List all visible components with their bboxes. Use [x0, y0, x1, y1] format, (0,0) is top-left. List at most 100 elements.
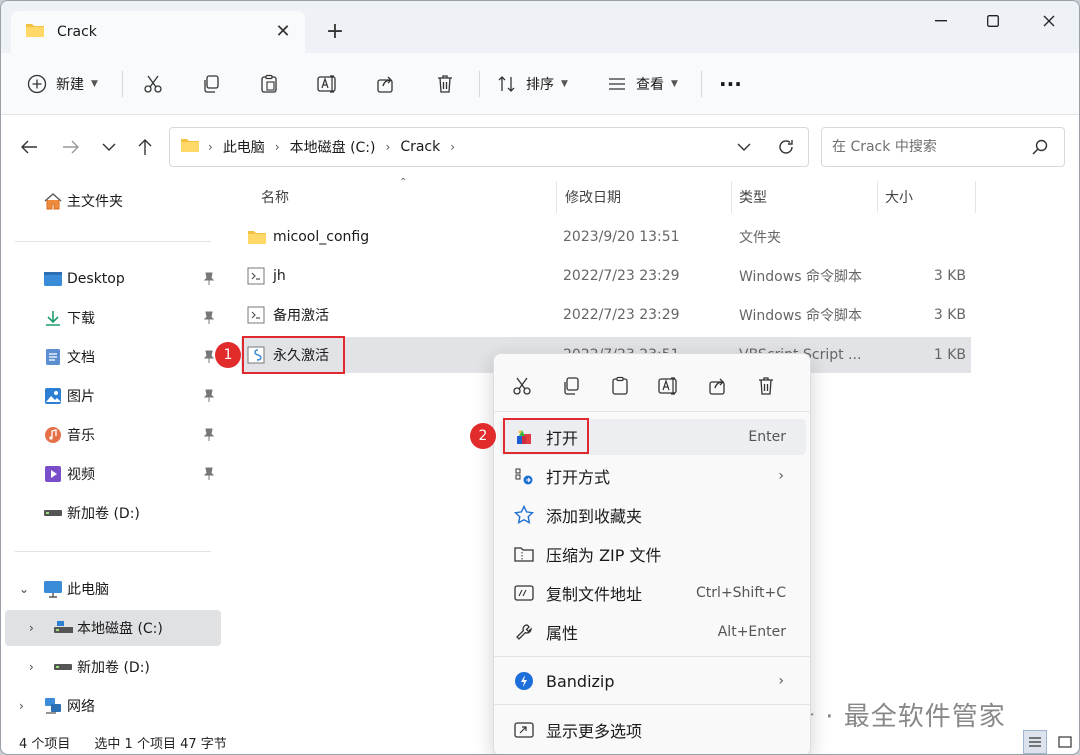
pin-icon[interactable]	[203, 389, 215, 407]
chevron-right-icon[interactable]: ›	[19, 699, 24, 713]
view-label: 查看	[636, 77, 664, 93]
menu-item-show-more[interactable]: 显示更多选项	[500, 712, 806, 748]
pin-icon[interactable]	[203, 467, 215, 485]
sidebar-label: 下载	[67, 311, 95, 327]
list-view-icon	[607, 74, 627, 94]
column-header-name[interactable]: 名称	[261, 183, 289, 211]
sidebar-item-documents[interactable]: 文档	[1, 339, 221, 375]
pin-icon[interactable]	[203, 428, 215, 446]
view-button[interactable]: 查看 ▼	[607, 66, 678, 102]
clipboard-icon[interactable]	[606, 372, 634, 400]
new-tab-button[interactable]: +	[321, 17, 349, 45]
file-type: Windows 命令脚本	[739, 308, 862, 324]
file-row[interactable]: jh 2022/7/23 23:29 Windows 命令脚本 3 KB	[241, 258, 971, 294]
sidebar-item-pictures[interactable]: 图片	[1, 378, 221, 414]
menu-item-properties[interactable]: 属性 Alt+Enter	[500, 614, 806, 650]
menu-shortcut: Alt+Enter	[717, 624, 786, 640]
file-row[interactable]: 备用激活 2022/7/23 23:29 Windows 命令脚本 3 KB	[241, 297, 971, 333]
clipboard-icon	[259, 74, 279, 94]
sidebar-item-this-pc[interactable]: ⌄ 此电脑	[1, 571, 221, 607]
sidebar-item-desktop[interactable]: Desktop	[1, 261, 221, 297]
new-button[interactable]: 新建 ▼	[27, 66, 98, 102]
share-icon[interactable]	[704, 372, 732, 400]
column-divider[interactable]	[975, 181, 976, 213]
share-icon	[376, 74, 396, 94]
back-button[interactable]	[15, 131, 43, 163]
column-divider[interactable]	[877, 181, 878, 213]
cut-button[interactable]	[143, 66, 163, 102]
sidebar-item-volume-d[interactable]: › 新加卷 (D:)	[1, 649, 221, 685]
sidebar-item-local-disk-c[interactable]: › 本地磁盘 (C:)	[5, 610, 221, 646]
command-bar: 新建 ▼ 排序 ▼ 查看 ▼ ···	[1, 53, 1079, 115]
minimize-button[interactable]	[913, 1, 969, 41]
sidebar-item-network[interactable]: › 网络	[1, 688, 221, 724]
close-window-button[interactable]	[1021, 1, 1077, 41]
close-tab-icon[interactable]: ✕	[271, 19, 295, 43]
forward-button[interactable]	[57, 131, 85, 163]
breadcrumb-crack[interactable]: Crack	[400, 139, 440, 155]
file-date: 2022/7/23 23:29	[563, 268, 680, 284]
address-bar[interactable]: › 此电脑 › 本地磁盘 (C:) › Crack ›	[169, 127, 809, 167]
menu-item-copy-path[interactable]: 复制文件地址 Ctrl+Shift+C	[500, 575, 806, 611]
download-icon	[43, 308, 63, 328]
pin-icon[interactable]	[203, 350, 215, 368]
refresh-icon[interactable]	[764, 138, 808, 156]
search-input[interactable]	[832, 139, 1022, 155]
toolbar-divider	[701, 71, 702, 97]
menu-item-bandizip[interactable]: Bandizip ›	[500, 663, 806, 699]
rename-button[interactable]	[317, 66, 339, 102]
column-divider[interactable]	[556, 181, 557, 213]
details-view-icon	[1029, 737, 1041, 747]
chevron-right-icon: ›	[778, 673, 784, 689]
up-button[interactable]	[131, 131, 159, 163]
file-row[interactable]: micool_config 2023/9/20 13:51 文件夹	[241, 219, 971, 255]
column-header-size[interactable]: 大小	[885, 183, 913, 211]
breadcrumb-local-disk[interactable]: 本地磁盘 (C:)	[290, 137, 376, 157]
search-icon[interactable]	[1032, 139, 1048, 159]
details-view-button[interactable]	[1023, 730, 1047, 754]
menu-item-add-favorite[interactable]: 添加到收藏夹	[500, 497, 806, 533]
chevron-right-icon[interactable]: ›	[29, 621, 34, 635]
address-dropdown-icon[interactable]	[724, 142, 764, 152]
column-divider[interactable]	[731, 181, 732, 213]
desktop-icon	[43, 269, 63, 289]
tiles-view-button[interactable]	[1053, 730, 1077, 754]
pin-icon[interactable]	[203, 272, 215, 290]
video-icon	[43, 464, 63, 484]
script-file-icon	[247, 258, 265, 294]
rename-icon[interactable]	[655, 372, 683, 400]
navigation-pane: 主文件夹 Desktop 下载 文档 图片 音乐 视频 新加卷 (D:) ⌄ 此…	[1, 173, 223, 728]
file-date: 2023/9/20 13:51	[563, 229, 680, 245]
column-header-type[interactable]: 类型	[739, 183, 767, 211]
column-header-date[interactable]: 修改日期	[565, 183, 621, 211]
sidebar-item-home[interactable]: 主文件夹	[1, 183, 221, 219]
menu-item-open-with[interactable]: 打开方式 ›	[500, 458, 806, 494]
search-box[interactable]	[821, 127, 1065, 167]
chevron-right-icon[interactable]: ›	[29, 660, 34, 674]
delete-button[interactable]	[435, 66, 455, 102]
chevron-down-icon: ▼	[561, 79, 568, 89]
sidebar-item-music[interactable]: 音乐	[1, 417, 221, 453]
menu-item-compress-zip[interactable]: 压缩为 ZIP 文件	[500, 536, 806, 572]
chevron-down-icon: ▼	[671, 79, 678, 89]
chevron-down-icon[interactable]: ⌄	[19, 582, 29, 596]
pin-icon[interactable]	[203, 311, 215, 329]
copy-path-icon	[514, 583, 534, 603]
paste-button[interactable]	[259, 66, 279, 102]
sidebar-item-videos[interactable]: 视频	[1, 456, 221, 492]
more-options-button[interactable]: ···	[719, 66, 742, 102]
recent-locations-button[interactable]	[95, 131, 123, 163]
maximize-button[interactable]	[965, 1, 1021, 41]
share-button[interactable]	[376, 66, 396, 102]
menu-divider	[494, 704, 810, 705]
breadcrumb-this-pc[interactable]: 此电脑	[223, 137, 265, 157]
file-type: 文件夹	[739, 230, 781, 246]
tab-crack[interactable]: Crack ✕	[11, 11, 305, 53]
sidebar-item-downloads[interactable]: 下载	[1, 300, 221, 336]
copy-button[interactable]	[201, 66, 221, 102]
trash-icon[interactable]	[752, 372, 780, 400]
scissors-icon[interactable]	[508, 372, 536, 400]
copy-icon[interactable]	[557, 372, 585, 400]
sidebar-item-volume-d-quick[interactable]: 新加卷 (D:)	[1, 495, 221, 531]
sort-button[interactable]: 排序 ▼	[497, 66, 568, 102]
